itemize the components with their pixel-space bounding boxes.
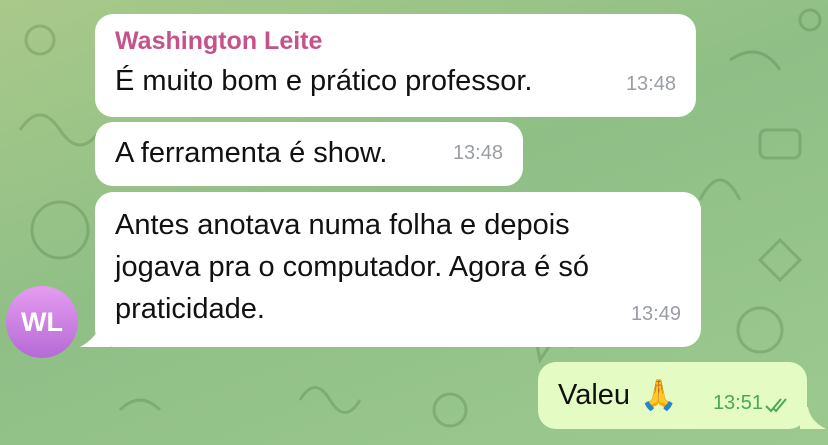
message-bubble[interactable]: A ferramenta é show. 13:48: [95, 122, 523, 186]
bubble-tail: [80, 323, 110, 347]
message-time: 13:48: [452, 142, 503, 164]
message-text: A ferramenta é show.: [115, 137, 388, 169]
message-text: Valeu: [558, 379, 631, 411]
folded-hands-emoji: 🙏: [640, 379, 678, 412]
sender-name[interactable]: Washington Leite: [115, 26, 676, 56]
message-text-line: jogava pra o computador. Agora é só: [115, 251, 589, 283]
message-time: 13:51: [712, 392, 763, 414]
message-text-line: Antes anotava numa folha e depois: [115, 209, 570, 241]
message-text: É muito bom e prático professor.: [115, 65, 533, 97]
message-time: 13:48: [625, 73, 676, 95]
avatar-initials: WL: [21, 307, 63, 337]
outgoing-message-bubble[interactable]: Valeu 🙏 13:51: [538, 362, 807, 429]
bubble-tail: [800, 407, 826, 429]
double-check-icon: [765, 398, 787, 413]
message-time: 13:49: [630, 303, 681, 325]
message-text-line: praticidade.: [115, 293, 265, 325]
avatar[interactable]: WL: [6, 286, 78, 358]
message-bubble[interactable]: Antes anotava numa folha e depois jogava…: [95, 192, 701, 347]
message-bubble[interactable]: Washington Leite É muito bom e prático p…: [95, 14, 696, 117]
